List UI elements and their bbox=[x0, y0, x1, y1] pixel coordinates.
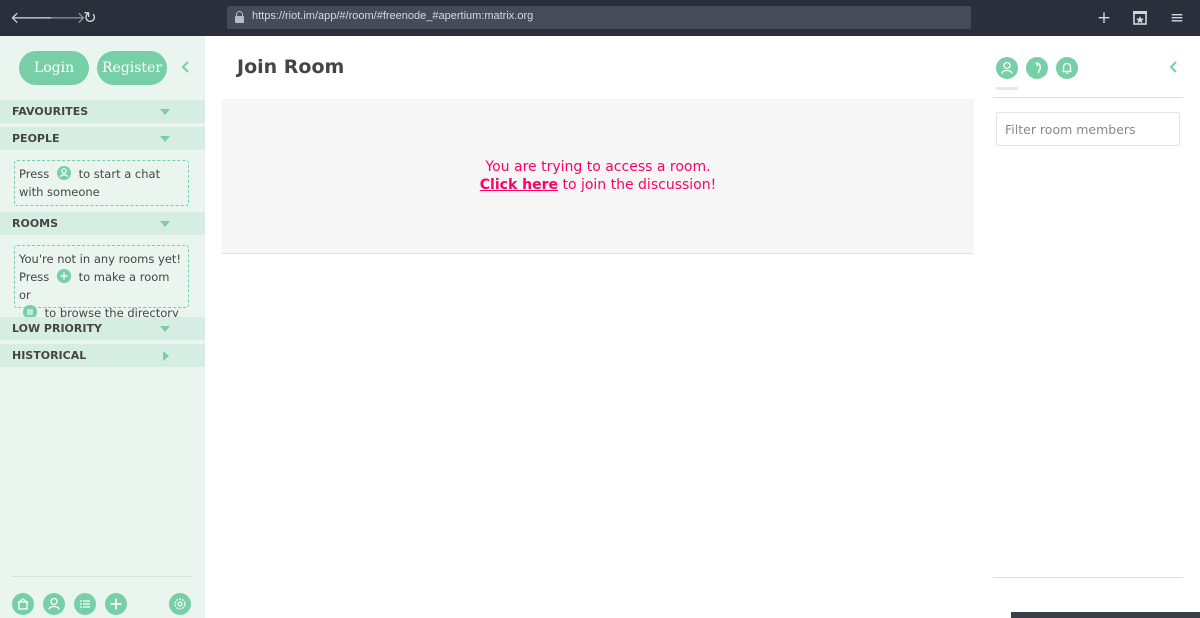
left-panel: Login Register FAVOURITES PEOPLE Press t… bbox=[0, 36, 205, 618]
people-hint: Press to start a chat with someone bbox=[14, 160, 189, 206]
browser-toolbar: 🡐 🡒 ↻ https://riot.im/app/#/room/#freeno… bbox=[0, 0, 1200, 36]
address-bar[interactable]: https://riot.im/app/#/room/#freenode_#ap… bbox=[227, 6, 971, 29]
bell-icon[interactable] bbox=[1056, 57, 1078, 79]
section-label: LOW PRIORITY bbox=[12, 322, 102, 335]
triangle-down-icon bbox=[160, 326, 170, 332]
join-message: You are trying to access a room. bbox=[485, 159, 711, 175]
hint-text: You're not in any rooms yet! bbox=[19, 252, 182, 266]
divider bbox=[993, 577, 1183, 578]
section-label: FAVOURITES bbox=[12, 105, 89, 118]
hint-text: Press bbox=[19, 167, 50, 181]
join-prompt: Click here to join the discussion! bbox=[222, 177, 974, 193]
section-label: HISTORICAL bbox=[12, 349, 87, 362]
divider bbox=[993, 97, 1183, 98]
menu-icon[interactable]: ≡ bbox=[1167, 8, 1187, 28]
status-bar bbox=[1011, 612, 1200, 618]
forward-icon[interactable]: 🡒 bbox=[43, 8, 86, 28]
back-icon[interactable]: 🡐 bbox=[10, 8, 53, 28]
register-button[interactable]: Register bbox=[97, 51, 167, 85]
section-label: ROOMS bbox=[12, 217, 59, 230]
join-prompt-text: to join the discussion! bbox=[558, 177, 717, 193]
triangle-right-icon bbox=[163, 351, 169, 361]
files-icon[interactable] bbox=[1026, 57, 1048, 79]
new-tab-icon[interactable]: + bbox=[1094, 8, 1114, 28]
login-button[interactable]: Login bbox=[19, 51, 89, 85]
divider bbox=[12, 576, 192, 577]
members-icon[interactable] bbox=[996, 57, 1018, 79]
reload-icon[interactable]: ↻ bbox=[80, 8, 100, 28]
start-chat-icon[interactable] bbox=[56, 166, 71, 180]
directory-icon[interactable] bbox=[74, 593, 96, 615]
click-here-link[interactable]: Click here bbox=[480, 177, 558, 193]
gear-icon[interactable] bbox=[169, 593, 191, 615]
url-text: https://riot.im/app/#/room/#freenode_#ap… bbox=[252, 10, 534, 22]
chevron-left-icon[interactable] bbox=[178, 58, 194, 76]
triangle-down-icon bbox=[160, 221, 170, 227]
chevron-left-icon[interactable] bbox=[1166, 58, 1182, 76]
lock-icon bbox=[235, 11, 244, 23]
create-room-icon[interactable] bbox=[105, 593, 127, 615]
section-low-priority[interactable]: LOW PRIORITY bbox=[0, 317, 205, 340]
hint-text: Press bbox=[19, 270, 50, 284]
section-label: PEOPLE bbox=[12, 132, 60, 145]
library-icon[interactable] bbox=[1130, 8, 1150, 28]
create-room-icon[interactable] bbox=[56, 269, 71, 283]
section-favourites[interactable]: FAVOURITES bbox=[0, 100, 205, 123]
rooms-hint: You're not in any rooms yet! Press to ma… bbox=[14, 245, 189, 320]
triangle-down-icon bbox=[160, 136, 170, 142]
people-icon[interactable] bbox=[43, 593, 65, 615]
triangle-down-icon bbox=[160, 109, 170, 115]
section-historical[interactable]: HISTORICAL bbox=[0, 344, 205, 367]
active-tab-indicator bbox=[996, 87, 1018, 90]
section-people[interactable]: PEOPLE bbox=[0, 127, 205, 150]
section-rooms[interactable]: ROOMS bbox=[0, 212, 205, 235]
join-room-banner: You are trying to access a room. Click h… bbox=[222, 99, 974, 254]
home-icon[interactable] bbox=[12, 593, 34, 615]
page-title: Join Room bbox=[237, 56, 345, 78]
filter-members-input[interactable] bbox=[996, 112, 1180, 146]
